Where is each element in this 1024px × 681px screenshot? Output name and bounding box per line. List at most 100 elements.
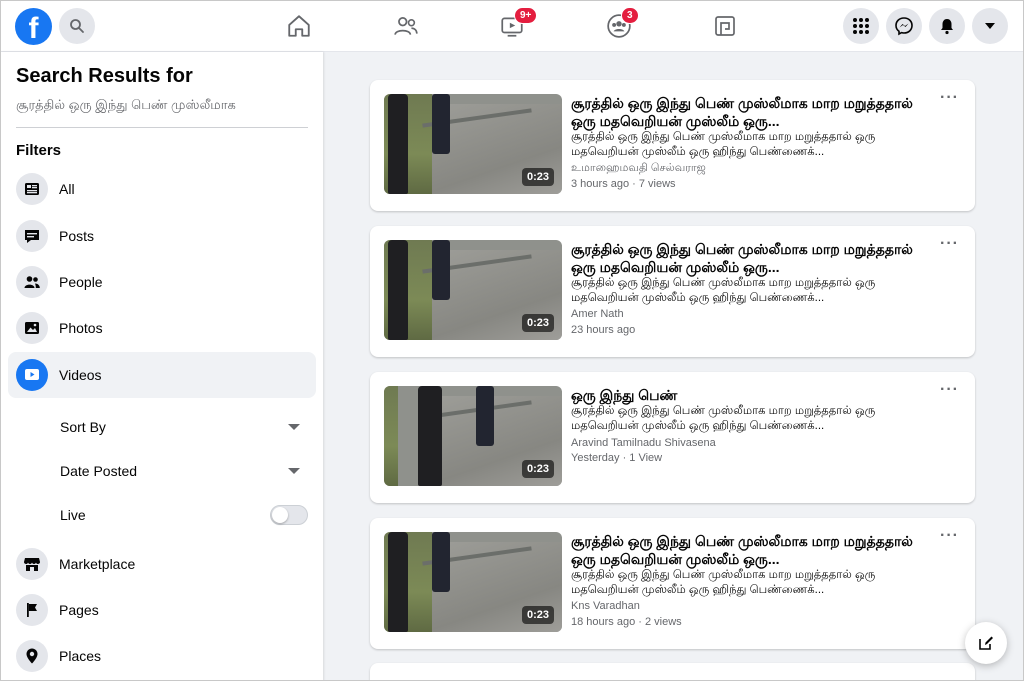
video-result-card[interactable]: 0:23 சூரத்தில் ஒரு இந்து பெண் முஸ்லீமாக … [370, 518, 975, 649]
sidebar-item-videos[interactable]: Videos [8, 352, 316, 398]
more-options-button[interactable]: ··· [940, 90, 959, 106]
sidebar-item-pages[interactable]: Pages [8, 587, 316, 633]
video-meta: 23 hours ago [571, 324, 636, 336]
date-posted-label: Date Posted [60, 463, 138, 479]
filters-heading: Filters [16, 142, 62, 159]
thumbnail-figure [418, 386, 442, 486]
gaming-icon [715, 16, 735, 36]
video-author[interactable]: Kns Varadhan [571, 600, 640, 612]
video-thumbnail[interactable]: 0:23 [384, 532, 562, 632]
sidebar-title: Search Results for [16, 65, 193, 87]
video-title[interactable]: சூரத்தில் ஒரு இந்து பெண் முஸ்லீமாக மாற ம… [571, 94, 916, 130]
sidebar-item-label: All [59, 181, 75, 197]
pin-icon [26, 648, 38, 664]
top-navigation-bar: f 9+ 3 [0, 0, 1024, 52]
video-duration: 0:23 [521, 168, 554, 186]
thumbnail-figure [388, 240, 408, 340]
video-author[interactable]: Aravind Tamilnadu Shivasena [571, 437, 716, 449]
search-filters-sidebar: Search Results for சூரத்தில் ஒரு இந்து ப… [0, 52, 323, 681]
video-title[interactable]: ஒரு இந்து பெண் [571, 386, 916, 404]
more-options-button[interactable]: ··· [940, 528, 959, 544]
feed-icon-wrap [16, 173, 48, 205]
more-options-button[interactable]: ··· [940, 236, 959, 252]
caret-down-icon [288, 468, 300, 474]
home-icon [288, 15, 310, 37]
new-message-button[interactable] [965, 622, 1007, 664]
caret-down-icon [288, 424, 300, 430]
thumbnail-figure [432, 94, 450, 154]
sidebar-item-photos[interactable]: Photos [8, 305, 316, 351]
notifications-button[interactable] [929, 8, 965, 44]
caret-down-icon [985, 23, 995, 29]
divider [16, 127, 308, 128]
nav-gaming[interactable] [711, 12, 739, 40]
video-duration: 0:23 [521, 460, 554, 478]
video-description: சூரத்தில் ஒரு இந்து பெண் முஸ்லீமாக மாற ம… [571, 569, 876, 596]
sidebar-item-posts[interactable]: Posts [8, 213, 316, 259]
video-result-card[interactable]: 0:23 ஒரு இந்து பெண் சூரத்தில் ஒரு இந்து … [370, 372, 975, 503]
sidebar-item-label: Places [59, 648, 102, 664]
video-result-card[interactable]: 0:23 சூரத்தில் ஒரு இந்து பெண் முஸ்லீமாக … [370, 80, 975, 211]
nav-groups[interactable]: 3 [605, 7, 639, 40]
video-result-card[interactable]: 0:23 சூரத்தில் ஒரு இந்து பெண் முஸ்லீமாக … [370, 226, 975, 357]
video-description: சூரத்தில் ஒரு இந்து பெண் முஸ்லீமாக மாற ம… [571, 131, 876, 158]
thumbnail-grass [384, 386, 398, 486]
sidebar-item-label: Videos [59, 367, 102, 383]
search-icon [70, 19, 84, 33]
sidebar-item-places[interactable]: Places [8, 633, 316, 679]
menu-button[interactable] [843, 8, 879, 44]
video-thumbnail[interactable]: 0:23 [384, 94, 562, 194]
pin-icon-wrap [16, 640, 48, 672]
video-author[interactable]: உமாஹைமவதி செல்வராஜ [571, 162, 706, 176]
search-query: சூரத்தில் ஒரு இந்து பெண் முஸ்லீமாக [16, 97, 236, 112]
nav-friends[interactable] [392, 12, 420, 40]
groups-badge: 3 [621, 7, 639, 24]
compose-icon [979, 636, 993, 650]
messenger-button[interactable] [886, 8, 922, 44]
video-title[interactable]: சூரத்தில் ஒரு இந்து பெண் முஸ்லீமாக மாற ம… [571, 240, 916, 276]
video-result-card-partial[interactable] [370, 663, 975, 681]
photos-icon-wrap [16, 312, 48, 344]
toggle-knob [272, 507, 288, 523]
sidebar-item-label: Pages [59, 602, 99, 618]
video-duration: 0:23 [521, 314, 554, 332]
thumbnail-figure [432, 240, 450, 300]
video-title[interactable]: சூரத்தில் ஒரு இந்து பெண் முஸ்லீமாக மாற ம… [571, 532, 916, 568]
sidebar-item-label: Posts [59, 228, 95, 244]
sidebar-item-people[interactable]: People [8, 259, 316, 305]
sidebar-item-marketplace[interactable]: Marketplace [8, 541, 316, 587]
thumbnail-figure [476, 386, 494, 446]
grid-menu-icon [853, 18, 869, 34]
video-thumbnail[interactable]: 0:23 [384, 386, 562, 486]
video-duration: 0:23 [521, 606, 554, 624]
live-filter-row: Live [60, 500, 308, 530]
marketplace-icon-wrap [16, 548, 48, 580]
video-description: சூரத்தில் ஒரு இந்து பெண் முஸ்லீமாக மாற ம… [571, 405, 876, 432]
date-posted-dropdown[interactable]: Date Posted [60, 456, 308, 486]
videos-icon [25, 369, 39, 380]
marketplace-icon [24, 558, 40, 571]
live-label: Live [60, 507, 86, 523]
people-icon-wrap [16, 266, 48, 298]
sidebar-item-label: People [59, 274, 103, 290]
posts-icon [25, 230, 39, 243]
photos-icon [25, 322, 39, 334]
nav-watch[interactable]: 9+ [498, 7, 538, 40]
sort-by-label: Sort By [60, 419, 106, 435]
flag-icon-wrap [16, 594, 48, 626]
people-icon [24, 276, 40, 288]
more-options-button[interactable]: ··· [940, 382, 959, 398]
live-toggle[interactable] [270, 505, 308, 525]
sidebar-item-all[interactable]: All [8, 166, 316, 212]
sidebar-item-label: Photos [59, 320, 103, 336]
video-author[interactable]: Amer Nath [571, 308, 624, 320]
video-thumbnail[interactable]: 0:23 [384, 240, 562, 340]
facebook-logo[interactable]: f [15, 8, 52, 45]
nav-home[interactable] [285, 12, 313, 40]
sort-by-dropdown[interactable]: Sort By [60, 412, 308, 442]
account-button[interactable] [972, 8, 1008, 44]
search-button[interactable] [59, 8, 95, 44]
video-description: சூரத்தில் ஒரு இந்து பெண் முஸ்லீமாக மாற ம… [571, 277, 876, 304]
video-meta: 18 hours ago · 2 views [571, 616, 682, 628]
video-meta: Yesterday · 1 View [571, 452, 663, 464]
